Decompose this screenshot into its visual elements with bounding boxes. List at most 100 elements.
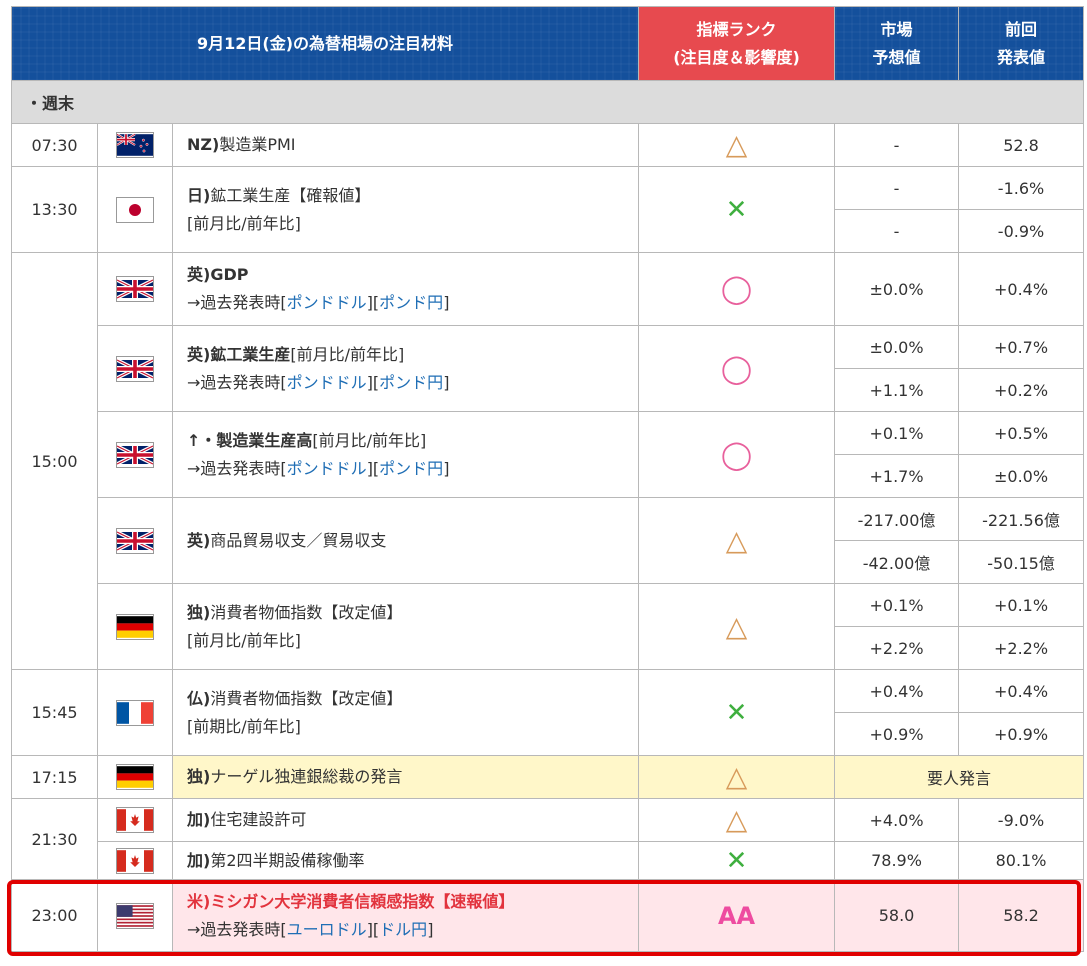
rank-cross-icon: ✕: [638, 841, 836, 880]
forecast-value: -: [834, 123, 960, 167]
previous-column-header: 前回 発表値: [958, 6, 1085, 81]
uk-flag-icon: [116, 441, 154, 468]
link-gbpusd[interactable]: ポンドドル: [287, 459, 367, 478]
previous-value: 80.1%: [958, 841, 1085, 880]
release-time: 23:00: [11, 879, 98, 952]
forecast-value: +0.1%: [834, 411, 960, 455]
table-row: 加)第2四半期設備稼働率 ✕ 78.9% 80.1%: [12, 841, 1085, 880]
previous-value: +0.7%: [958, 325, 1085, 369]
france-flag-icon: [116, 699, 154, 726]
forecast-value: +4.0%: [834, 798, 960, 842]
link-usdjpy[interactable]: ドル円: [379, 920, 427, 939]
table-row: 13:30 日)鉱工業生産【確報値】 [前月比/前年比] ✕ - -1.6%: [11, 166, 1085, 253]
indicator-name: 加)住宅建設許可: [171, 798, 640, 842]
rank-triangle-icon: △: [638, 798, 836, 842]
link-gbpjpy[interactable]: ポンド円: [379, 373, 443, 392]
release-time: 15:45: [11, 669, 98, 756]
rank-cross-icon: ✕: [638, 669, 836, 756]
canada-flag-icon: [116, 807, 154, 833]
previous-value: +2.2%: [958, 626, 1085, 670]
link-eurusd[interactable]: ユーロドル: [287, 920, 367, 939]
rank-aa-badge: AA: [638, 879, 836, 952]
speech-note: 要人発言: [834, 755, 1085, 799]
release-time: 21:30: [11, 798, 98, 880]
forecast-column-header: 市場 予想値: [834, 6, 960, 81]
rank-triangle-icon: △: [638, 497, 836, 584]
table-row: 07:30 NZ)製造業PMI △ - 52.8: [11, 123, 1085, 167]
previous-value: +0.4%: [958, 252, 1085, 326]
link-gbpusd[interactable]: ポンドドル: [287, 373, 367, 392]
rank-header-line2: (注目度＆影響度): [673, 47, 800, 67]
indicator-name: 加)第2四半期設備稼働率: [171, 841, 640, 880]
canada-flag-icon: [116, 847, 154, 874]
previous-value: 52.8: [958, 123, 1085, 167]
section-label: ・週末: [10, 80, 1085, 124]
forecast-value: +0.4%: [834, 669, 960, 713]
forecast-value: 58.0: [834, 879, 960, 952]
rank-header-line1: 指標ランク: [696, 19, 777, 39]
forecast-value: +0.9%: [834, 712, 960, 756]
previous-value: +0.9%: [958, 712, 1085, 756]
indicator-name: 英)商品貿易収支／貿易収支: [171, 497, 640, 584]
previous-header-line2: 発表値: [997, 47, 1046, 67]
forecast-value: -: [834, 166, 960, 210]
previous-value: +0.2%: [958, 368, 1085, 412]
indicator-name: 仏)消費者物価指数【改定値】 [前期比/前年比]: [171, 669, 640, 756]
germany-flag-icon: [116, 613, 154, 640]
rank-circle-icon: ◯: [638, 252, 836, 326]
link-gbpjpy[interactable]: ポンド円: [379, 293, 443, 312]
forecast-value: +1.7%: [834, 454, 960, 498]
rank-column-header: 指標ランク (注目度＆影響度): [638, 6, 836, 81]
table-row: 15:45 仏)消費者物価指数【改定値】 [前期比/前年比] ✕ +0.4% +0…: [11, 669, 1085, 756]
indicator-name: 英)鉱工業生産[前月比/前年比] →過去発表時[ポンドドル][ポンド円]: [171, 325, 640, 412]
japan-flag-icon: [116, 196, 154, 223]
forecast-value: +2.2%: [834, 626, 960, 670]
indicator-name: ↑・製造業生産高[前月比/前年比] →過去発表時[ポンドドル][ポンド円]: [171, 411, 640, 498]
table-row: ↑・製造業生産高[前月比/前年比] →過去発表時[ポンドドル][ポンド円] ◯ +…: [12, 411, 1085, 498]
nz-flag-icon: [116, 132, 154, 158]
table-row: 独)消費者物価指数【改定値】 [前月比/前年比] △ +0.1% +0.1%: [12, 583, 1085, 670]
previous-value: -50.15億: [958, 540, 1085, 584]
previous-value: -0.9%: [958, 209, 1085, 253]
forecast-value: ±0.0%: [834, 252, 960, 326]
rank-triangle-icon: △: [638, 755, 836, 799]
previous-value: -9.0%: [958, 798, 1085, 842]
forecast-value: -: [834, 209, 960, 253]
previous-header-line1: 前回: [1005, 19, 1038, 39]
table-row: 17:15 独)ナーゲル独連銀総裁の発言 △ 要人発言: [11, 755, 1085, 799]
table-header-row: 9月12日(金)の為替相場の注目材料 指標ランク (注目度＆影響度) 市場 予想…: [10, 6, 1085, 81]
release-time: 15:00: [11, 252, 98, 670]
rank-triangle-icon: △: [638, 123, 836, 167]
rank-triangle-icon: △: [638, 583, 836, 670]
section-row: ・週末: [10, 80, 1085, 124]
indicator-name: 米)ミシガン大学消費者信頼感指数【速報値】 →過去発表時[ユーロドル][ドル円]: [171, 879, 640, 952]
forecast-value: +0.1%: [834, 583, 960, 627]
forecast-header-line1: 市場: [880, 19, 913, 39]
table-row: 英)鉱工業生産[前月比/前年比] →過去発表時[ポンドドル][ポンド円] ◯ ±0…: [12, 325, 1085, 412]
rank-circle-icon: ◯: [638, 411, 836, 498]
indicator-name: 日)鉱工業生産【確報値】 [前月比/前年比]: [171, 166, 640, 253]
rank-circle-icon: ◯: [638, 325, 836, 412]
previous-value: -221.56億: [958, 497, 1085, 541]
release-time: 13:30: [11, 166, 98, 253]
previous-value: -1.6%: [958, 166, 1085, 210]
forecast-header-line2: 予想値: [872, 47, 921, 67]
link-gbpjpy[interactable]: ポンド円: [379, 459, 443, 478]
indicator-name: 独)ナーゲル独連銀総裁の発言: [171, 755, 640, 799]
table-row: 23:00 米)ミシガン大学消費者信頼感指数【速報値】 →過去発表時[ユーロドル]…: [11, 879, 1085, 952]
release-time: 07:30: [11, 123, 98, 167]
us-flag-icon: [116, 902, 154, 929]
release-time: 17:15: [11, 755, 98, 799]
previous-value: +0.4%: [958, 669, 1085, 713]
forecast-value: -42.00億: [834, 540, 960, 584]
table-row: 英)商品貿易収支／貿易収支 △ -217.00億 -221.56億: [12, 497, 1085, 584]
previous-value: +0.5%: [958, 411, 1085, 455]
forecast-value: 78.9%: [834, 841, 960, 880]
previous-value: +0.1%: [958, 583, 1085, 627]
previous-value: 58.2: [958, 879, 1085, 952]
germany-flag-icon: [116, 764, 154, 790]
table-row: 21:30 加)住宅建設許可 △ +4.0% -9.0%: [11, 798, 1085, 880]
table-row: 15:00 英)GDP →過去発表時[ポンドドル][ポンド円] ◯ ±0.0% +…: [11, 252, 1085, 670]
link-gbpusd[interactable]: ポンドドル: [287, 293, 367, 312]
forecast-value: ±0.0%: [834, 325, 960, 369]
